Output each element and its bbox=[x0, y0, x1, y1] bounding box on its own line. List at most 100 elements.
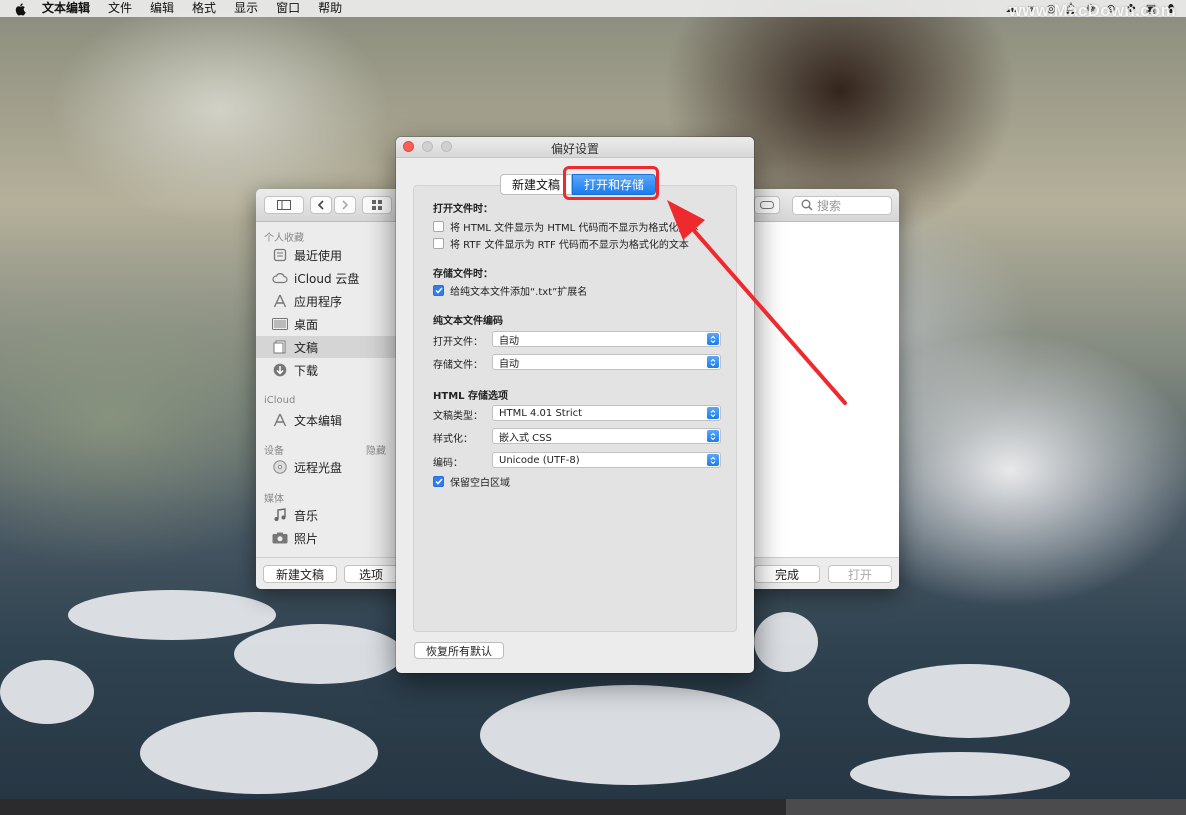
options-button[interactable]: 选项 bbox=[344, 565, 398, 583]
sidebar-item-label: 远程光盘 bbox=[294, 460, 343, 475]
styling-select[interactable]: 嵌入式 CSS bbox=[492, 428, 721, 444]
encoding-section-title: 纯文本文件编码 bbox=[433, 316, 503, 327]
menu-bar: 文本编辑 文件 编辑 格式 显示 窗口 帮助 ☁ ⩔ ◎ 🔔︎ ❁ ⊚ ✤ ▣ … bbox=[0, 0, 1186, 20]
devices-hide-link[interactable]: 隐藏 bbox=[366, 442, 386, 457]
restore-defaults-button[interactable]: 恢复所有默认 bbox=[414, 642, 504, 659]
sidebar-toggle-button[interactable] bbox=[264, 196, 304, 214]
select-value: 自动 bbox=[499, 335, 519, 347]
textedit-icon bbox=[272, 412, 288, 428]
dock-strip bbox=[0, 799, 1186, 815]
open-encoding-label: 打开文件： bbox=[433, 337, 483, 348]
menu-help[interactable]: 帮助 bbox=[318, 0, 342, 17]
html-encoding-select[interactable]: Unicode (UTF-8) bbox=[492, 452, 721, 468]
sidebar-item-music[interactable]: 音乐 bbox=[256, 504, 396, 526]
search-field[interactable]: 搜索 bbox=[792, 196, 892, 215]
menu-window[interactable]: 窗口 bbox=[276, 0, 300, 17]
sidebar-icon bbox=[277, 200, 291, 210]
option-label: 保留空白区域 bbox=[450, 478, 510, 489]
sidebar-item-documents[interactable]: 文稿 bbox=[256, 336, 396, 358]
sidebar-item-desktop[interactable]: 桌面 bbox=[256, 313, 396, 335]
sidebar-item-label: 文本编辑 bbox=[294, 413, 343, 428]
checkmark-icon bbox=[434, 287, 443, 294]
preferences-titlebar: 偏好设置 bbox=[396, 137, 754, 158]
open-button[interactable]: 打开 bbox=[828, 565, 892, 583]
finder-sidebar: 个人收藏 最近使用 iCloud 云盘 应用程序 桌面 文稿 下载 iCloud bbox=[256, 222, 396, 557]
menu-edit[interactable]: 编辑 bbox=[150, 0, 174, 17]
sidebar-section-icloud: iCloud bbox=[264, 395, 296, 406]
sidebar-item-label: 下载 bbox=[294, 363, 319, 378]
menu-format[interactable]: 格式 bbox=[192, 0, 216, 17]
apple-logo-icon[interactable] bbox=[14, 2, 28, 16]
apps-icon bbox=[272, 293, 288, 309]
tag-button[interactable] bbox=[754, 196, 780, 214]
doctype-select[interactable]: HTML 4.01 Strict bbox=[492, 405, 721, 421]
save-encoding-label: 存储文件： bbox=[433, 360, 483, 371]
photo-icon bbox=[272, 530, 288, 546]
open-encoding-select[interactable]: 自动 bbox=[492, 331, 721, 347]
menu-view[interactable]: 显示 bbox=[234, 0, 258, 17]
annotation-highlight-box bbox=[563, 166, 659, 200]
select-value: HTML 4.01 Strict bbox=[499, 407, 583, 419]
doctype-label: 文稿类型： bbox=[433, 411, 483, 422]
sidebar-item-applications[interactable]: 应用程序 bbox=[256, 290, 396, 312]
sidebar-item-label: 最近使用 bbox=[294, 248, 343, 263]
option-label: 给纯文本文件添加“.txt”扩展名 bbox=[450, 287, 588, 298]
recent-icon bbox=[272, 247, 288, 263]
html-encoding-label: 编码： bbox=[433, 458, 463, 469]
sidebar-section-devices: 设备 bbox=[264, 446, 284, 457]
tab-new-document[interactable]: 新建文稿 bbox=[500, 174, 573, 195]
dock-strip-segment bbox=[786, 799, 1186, 815]
chevron-right-icon bbox=[342, 200, 349, 210]
chevron-updown-icon bbox=[707, 430, 719, 442]
chevron-updown-icon bbox=[707, 333, 719, 345]
menu-file[interactable]: 文件 bbox=[108, 0, 132, 17]
checkmark-icon bbox=[434, 478, 443, 485]
select-value: 自动 bbox=[499, 358, 519, 370]
save-encoding-select[interactable]: 自动 bbox=[492, 354, 721, 370]
option-rtf-as-code[interactable]: 将 RTF 文件显示为 RTF 代码而不显示为格式化的文本 bbox=[433, 236, 689, 251]
preferences-window: 偏好设置 新建文稿 打开和存储 打开文件时： 将 HTML 文件显示为 HTML… bbox=[396, 137, 754, 673]
sidebar-item-textedit[interactable]: 文本编辑 bbox=[256, 409, 396, 431]
add-txt-extension-checkbox[interactable] bbox=[433, 285, 444, 296]
sidebar-item-label: iCloud 云盘 bbox=[294, 271, 360, 286]
sidebar-item-label: 桌面 bbox=[294, 317, 319, 332]
sidebar-item-remote-disc[interactable]: 远程光盘 bbox=[256, 456, 396, 478]
option-add-txt-extension[interactable]: 给纯文本文件添加“.txt”扩展名 bbox=[433, 283, 587, 298]
html-section-title: HTML 存储选项 bbox=[433, 391, 508, 402]
chevron-updown-icon bbox=[707, 356, 719, 368]
sidebar-section-favorites: 个人收藏 bbox=[264, 233, 304, 244]
menu-app-name[interactable]: 文本编辑 bbox=[42, 0, 90, 17]
forward-button[interactable] bbox=[334, 196, 356, 214]
disc-icon bbox=[272, 459, 288, 475]
new-document-button[interactable]: 新建文稿 bbox=[263, 565, 337, 583]
search-placeholder: 搜索 bbox=[817, 199, 842, 213]
done-button[interactable]: 完成 bbox=[754, 565, 820, 583]
sidebar-item-label: 应用程序 bbox=[294, 294, 343, 309]
option-html-as-code[interactable]: 将 HTML 文件显示为 HTML 代码而不显示为格式化文本 bbox=[433, 219, 698, 234]
download-icon bbox=[272, 362, 288, 378]
styling-label: 样式化： bbox=[433, 434, 473, 445]
chevron-left-icon bbox=[317, 200, 324, 210]
preserve-whitespace-checkbox[interactable] bbox=[433, 476, 444, 487]
watermark-text: www.MacDown.com bbox=[1008, 1, 1176, 20]
sidebar-section-media: 媒体 bbox=[264, 494, 284, 505]
html-as-code-checkbox[interactable] bbox=[433, 221, 444, 232]
documents-icon bbox=[272, 339, 288, 355]
sidebar-item-downloads[interactable]: 下载 bbox=[256, 359, 396, 381]
back-button[interactable] bbox=[310, 196, 332, 214]
sidebar-item-photos[interactable]: 照片 bbox=[256, 527, 396, 549]
desktop-icon bbox=[272, 316, 288, 332]
sidebar-item-icloud-drive[interactable]: iCloud 云盘 bbox=[256, 267, 396, 289]
view-mode-button[interactable] bbox=[362, 196, 392, 214]
option-preserve-whitespace[interactable]: 保留空白区域 bbox=[433, 474, 510, 489]
tag-icon bbox=[760, 201, 774, 209]
window-title: 偏好设置 bbox=[550, 142, 599, 156]
sidebar-item-recents[interactable]: 最近使用 bbox=[256, 244, 396, 266]
save-section-title: 存储文件时： bbox=[433, 269, 493, 280]
rtf-as-code-checkbox[interactable] bbox=[433, 238, 444, 249]
sidebar-item-label: 文稿 bbox=[294, 340, 319, 355]
search-icon bbox=[801, 199, 813, 211]
select-value: Unicode (UTF-8) bbox=[499, 454, 580, 466]
cloud-icon bbox=[272, 270, 288, 286]
option-label: 将 HTML 文件显示为 HTML 代码而不显示为格式化文本 bbox=[450, 223, 699, 234]
